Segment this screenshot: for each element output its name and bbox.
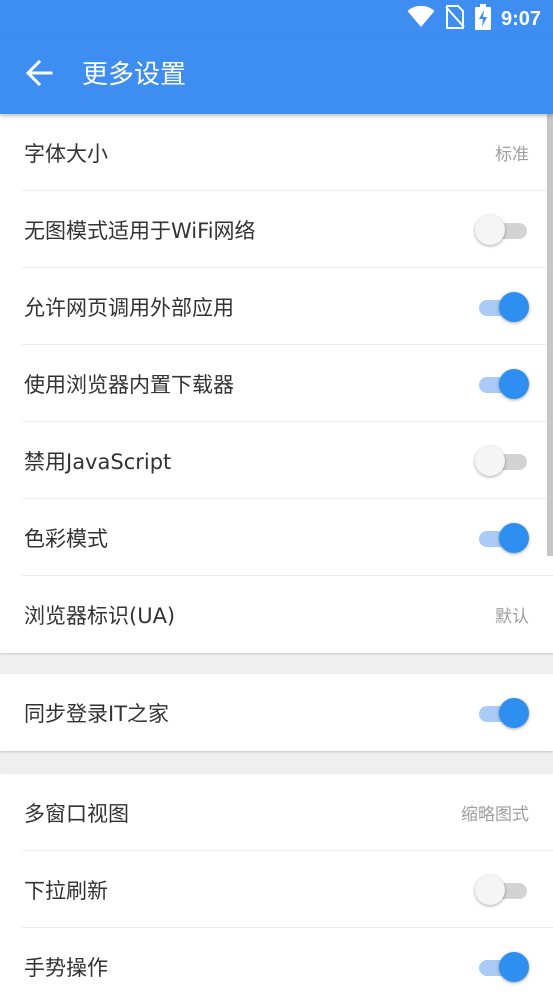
settings-group-view: 多窗口视图 缩略图式 下拉刷新 手势操作 [0,774,553,1005]
no-sim-icon [445,5,465,33]
setting-label: 同步登录IT之家 [24,701,170,726]
setting-label: 字体大小 [24,141,108,166]
builtin-downloader-toggle[interactable] [475,368,531,400]
setting-user-agent[interactable]: 浏览器标识(UA) 默认 [0,576,553,653]
setting-label: 浏览器标识(UA) [24,603,176,628]
setting-value: 默认 [495,607,529,627]
arrow-left-icon [25,59,53,91]
back-button[interactable] [22,58,56,92]
pull-refresh-toggle[interactable] [475,874,531,906]
no-image-wifi-toggle[interactable] [475,214,531,246]
gesture-toggle[interactable] [475,951,531,983]
setting-label: 使用浏览器内置下载器 [24,372,234,397]
setting-label: 色彩模式 [24,526,108,551]
wifi-icon [407,5,435,32]
setting-label: 禁用JavaScript [24,449,172,474]
setting-no-image-wifi[interactable]: 无图模式适用于WiFi网络 [0,191,553,268]
app-bar: 更多设置 [0,38,553,114]
setting-font-size[interactable]: 字体大小 标准 [0,114,553,191]
settings-group-account: 同步登录IT之家 [0,674,553,751]
battery-charging-icon [474,4,491,34]
color-mode-toggle[interactable] [475,522,531,554]
setting-label: 允许网页调用外部应用 [24,295,234,320]
setting-pull-refresh[interactable]: 下拉刷新 [0,851,553,928]
setting-allow-external-apps[interactable]: 允许网页调用外部应用 [0,268,553,345]
setting-disable-javascript[interactable]: 禁用JavaScript [0,422,553,499]
setting-value: 缩略图式 [461,805,529,825]
setting-value: 标准 [495,145,529,165]
setting-label: 手势操作 [24,955,108,980]
scrollbar[interactable] [547,114,553,556]
page-title: 更多设置 [82,60,187,90]
status-icons: 9:07 [407,4,541,34]
allow-external-apps-toggle[interactable] [475,291,531,323]
setting-builtin-downloader[interactable]: 使用浏览器内置下载器 [0,345,553,422]
setting-label: 下拉刷新 [24,878,108,903]
sync-login-toggle[interactable] [475,697,531,729]
setting-gesture[interactable]: 手势操作 [0,928,553,1005]
setting-sync-login[interactable]: 同步登录IT之家 [0,674,553,751]
setting-multi-window[interactable]: 多窗口视图 缩略图式 [0,774,553,851]
status-time: 9:07 [500,7,541,30]
settings-group-browser: 字体大小 标准 无图模式适用于WiFi网络 允许网页调用外部应用 使用浏览器内置… [0,114,553,653]
disable-javascript-toggle[interactable] [475,445,531,477]
setting-color-mode[interactable]: 色彩模式 [0,499,553,576]
status-bar: 9:07 [0,0,553,38]
setting-label: 多窗口视图 [24,801,129,826]
setting-label: 无图模式适用于WiFi网络 [24,218,256,243]
